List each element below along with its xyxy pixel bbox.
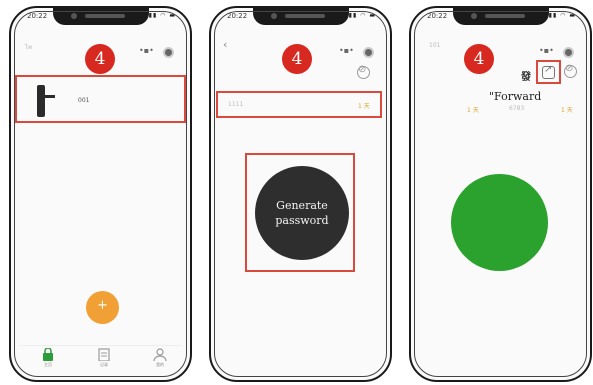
forward-highlight-box [536, 60, 561, 84]
person-tab-icon [153, 348, 167, 361]
top-left-label: 101 [429, 42, 441, 49]
side-character: 發 [521, 72, 531, 83]
tab-profile[interactable]: 我的 [145, 348, 175, 368]
generate-label-line2: password [275, 214, 329, 227]
step-badge: 4 [282, 44, 312, 74]
lock-image [37, 85, 55, 117]
back-icon[interactable]: ‹ [223, 38, 227, 51]
green-status-circle [451, 174, 548, 271]
status-time: 20:22 [427, 12, 448, 20]
row-mid-value: 6783 [509, 105, 525, 112]
notch [252, 8, 349, 25]
status-icons: ▮▮ ◠ ▬ [148, 12, 176, 19]
records-tab-icon [98, 348, 110, 361]
row-duration: 1 天 [358, 103, 370, 110]
refresh-icon[interactable] [357, 64, 370, 79]
tab-label-profile: 我的 [156, 362, 164, 367]
forward-share-icon[interactable] [542, 64, 555, 79]
device-label: 001 [78, 97, 90, 104]
forward-label: "Forward [489, 90, 542, 103]
generate-password-button[interactable]: Generate password [255, 166, 349, 260]
notch [52, 8, 149, 25]
lock-tab-icon [43, 348, 53, 361]
settings-icon[interactable] [563, 47, 574, 58]
step-badge: 4 [85, 44, 115, 74]
device-row[interactable]: 001 [15, 75, 186, 123]
step-badge: 4 [464, 44, 494, 74]
generate-highlight-box: Generate password [245, 153, 355, 272]
tab-home[interactable]: 主页 [33, 348, 63, 368]
row-left-value: 1111 [228, 101, 244, 108]
row-right-duration: 1 天 [561, 107, 573, 114]
tab-label-records: 记录 [100, 362, 108, 367]
notch [452, 8, 549, 25]
password-row[interactable]: 1111 1 天 [216, 91, 382, 118]
phone-screen-1: 20:22 ▮▮ ◠ ▬ ไพ 4 •▪• 001 主页 记录 我的 [9, 6, 192, 382]
phone-screen-2: 20:22 ▮▮ ◠ ▬ ‹ 4 •▪• 1111 1 天 Generate p… [209, 6, 392, 382]
settings-icon[interactable] [363, 47, 374, 58]
add-device-button[interactable] [86, 291, 119, 324]
row-left-duration: 1 天 [467, 107, 479, 114]
status-icons: ▮▮ ◠ ▬ [548, 12, 576, 19]
settings-icon[interactable] [163, 47, 174, 58]
tab-label-home: 主页 [44, 362, 52, 367]
generate-label-line1: Generate [276, 199, 328, 212]
menu-dots-icon[interactable]: •▪• [339, 46, 354, 55]
status-time: 20:22 [27, 12, 48, 20]
phone-screen-3: 20:22 ▮▮ ◠ ▬ 101 4 •▪• 發 "Forward 1 天 67… [409, 6, 592, 382]
status-time: 20:22 [227, 12, 248, 20]
menu-dots-icon[interactable]: •▪• [539, 46, 554, 55]
top-left-label: ไพ [25, 44, 32, 51]
menu-dots-icon[interactable]: •▪• [139, 46, 154, 55]
tab-bar: 主页 记录 我的 [19, 345, 182, 374]
tab-records[interactable]: 记录 [89, 348, 119, 368]
status-icons: ▮▮ ◠ ▬ [348, 12, 376, 19]
refresh-icon[interactable] [564, 63, 577, 78]
